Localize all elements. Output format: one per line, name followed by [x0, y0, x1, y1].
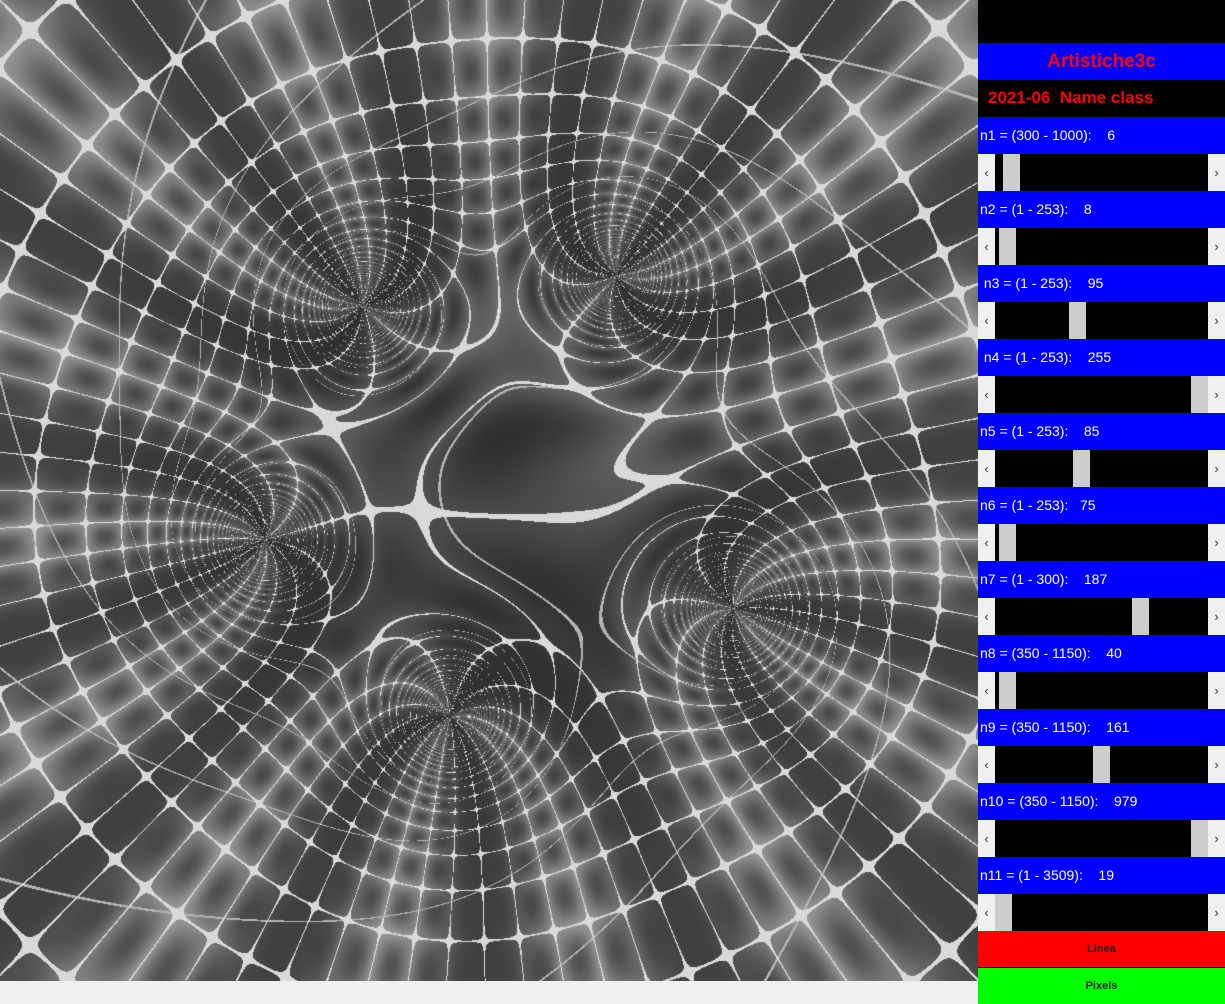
chevron-left-icon[interactable]: ‹	[978, 154, 995, 191]
scrollbar-n9[interactable]: ‹ ›	[978, 746, 1225, 783]
chevron-right-icon[interactable]: ›	[1208, 228, 1225, 265]
control-panel: Artistiche3c 2021-06 Name class n1 = (30…	[978, 0, 1225, 1004]
scrollbar-n8[interactable]: ‹ ›	[978, 672, 1225, 709]
scrollbar-track[interactable]	[995, 154, 1208, 191]
chevron-right-icon[interactable]: ›	[1208, 598, 1225, 635]
scrollbar-track[interactable]	[995, 820, 1208, 857]
scrollbar-n2[interactable]: ‹ ›	[978, 228, 1225, 265]
scrollbar-n1[interactable]: ‹ ›	[978, 154, 1225, 191]
subtitle: 2021-06 Name class	[988, 88, 1154, 107]
scrollbar-n11[interactable]: ‹ ›	[978, 894, 1225, 931]
scrollbar-n10[interactable]: ‹ ›	[978, 820, 1225, 857]
scrollbar-thumb[interactable]	[999, 228, 1016, 265]
scrollbar-thumb[interactable]	[1069, 302, 1086, 339]
scrollbar-track[interactable]	[995, 672, 1208, 709]
chevron-left-icon[interactable]: ‹	[978, 524, 995, 561]
param-label-n4: n4 = (1 - 253): 255	[978, 339, 1225, 376]
scrollbar-thumb[interactable]	[999, 672, 1016, 709]
scrollbar-thumb[interactable]	[1132, 598, 1149, 635]
scrollbar-n7[interactable]: ‹ ›	[978, 598, 1225, 635]
scrollbar-n4[interactable]: ‹ ›	[978, 376, 1225, 413]
param-label-n6: n6 = (1 - 253): 75	[978, 487, 1225, 524]
scrollbar-track[interactable]	[995, 376, 1208, 413]
chevron-left-icon[interactable]: ‹	[978, 450, 995, 487]
chevron-right-icon[interactable]: ›	[1208, 746, 1225, 783]
param-label-n5: n5 = (1 - 253): 85	[978, 413, 1225, 450]
chevron-right-icon[interactable]: ›	[1208, 450, 1225, 487]
linea-button[interactable]: Linea	[978, 931, 1225, 967]
scrollbar-thumb[interactable]	[1191, 376, 1208, 413]
chevron-left-icon[interactable]: ‹	[978, 376, 995, 413]
scrollbar-track[interactable]	[995, 894, 1208, 931]
param-label-n1: n1 = (300 - 1000): 6	[978, 117, 1225, 154]
chevron-left-icon[interactable]: ‹	[978, 598, 995, 635]
scrollbar-thumb[interactable]	[999, 524, 1016, 561]
scrollbar-thumb[interactable]	[1073, 450, 1090, 487]
param-label-n10: n10 = (350 - 1150): 979	[978, 783, 1225, 820]
chevron-left-icon[interactable]: ‹	[978, 894, 995, 931]
scrollbar-track[interactable]	[995, 598, 1208, 635]
scrollbar-thumb[interactable]	[1003, 154, 1020, 191]
scrollbar-track[interactable]	[995, 302, 1208, 339]
scrollbar-n5[interactable]: ‹ ›	[978, 450, 1225, 487]
status-strip	[0, 981, 978, 1003]
chevron-left-icon[interactable]: ‹	[978, 228, 995, 265]
chevron-right-icon[interactable]: ›	[1208, 820, 1225, 857]
app-title: Artistiche3c	[978, 43, 1225, 80]
chevron-right-icon[interactable]: ›	[1208, 302, 1225, 339]
scrollbar-track[interactable]	[995, 228, 1208, 265]
scrollbar-track[interactable]	[995, 450, 1208, 487]
param-label-n8: n8 = (350 - 1150): 40	[978, 635, 1225, 672]
chevron-left-icon[interactable]: ‹	[978, 672, 995, 709]
chevron-right-icon[interactable]: ›	[1208, 154, 1225, 191]
chevron-right-icon[interactable]: ›	[1208, 524, 1225, 561]
param-label-n2: n2 = (1 - 253): 8	[978, 191, 1225, 228]
pixels-button[interactable]: Pixels	[978, 968, 1225, 1004]
param-label-n11: n11 = (1 - 3509): 19	[978, 857, 1225, 894]
chevron-right-icon[interactable]: ›	[1208, 376, 1225, 413]
param-label-n7: n7 = (1 - 300): 187	[978, 561, 1225, 598]
chevron-left-icon[interactable]: ‹	[978, 746, 995, 783]
param-label-n3: n3 = (1 - 253): 95	[978, 265, 1225, 302]
param-label-n9: n9 = (350 - 1150): 161	[978, 709, 1225, 746]
scrollbar-n3[interactable]: ‹ ›	[978, 302, 1225, 339]
scrollbar-track[interactable]	[995, 524, 1208, 561]
chevron-right-icon[interactable]: ›	[1208, 672, 1225, 709]
chevron-right-icon[interactable]: ›	[1208, 894, 1225, 931]
chevron-left-icon[interactable]: ‹	[978, 820, 995, 857]
chevron-left-icon[interactable]: ‹	[978, 302, 995, 339]
scrollbar-thumb[interactable]	[995, 894, 1012, 931]
fractal-image[interactable]	[0, 0, 978, 981]
scrollbar-n6[interactable]: ‹ ›	[978, 524, 1225, 561]
scrollbar-track[interactable]	[995, 746, 1208, 783]
scrollbar-thumb[interactable]	[1093, 746, 1110, 783]
scrollbar-thumb[interactable]	[1191, 820, 1208, 857]
fractal-canvas-area[interactable]	[0, 0, 978, 981]
